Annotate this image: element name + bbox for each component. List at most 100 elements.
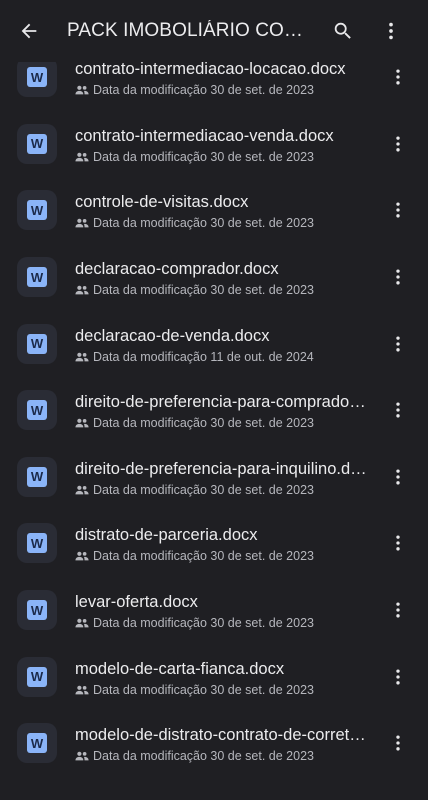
shared-people-icon bbox=[75, 618, 89, 628]
file-text: modelo-de-carta-fianca.docx Data da modi… bbox=[75, 657, 378, 697]
file-meta: Data da modificação 30 de set. de 2023 bbox=[75, 683, 378, 697]
file-more-button[interactable] bbox=[378, 186, 418, 234]
more-vert-icon bbox=[396, 469, 400, 485]
file-text: distrato-de-parceria.docx Data da modifi… bbox=[75, 523, 378, 563]
modified-date: Data da modificação 30 de set. de 2023 bbox=[93, 682, 314, 697]
search-button[interactable] bbox=[319, 7, 367, 55]
file-type-icon: W bbox=[17, 57, 57, 98]
file-name: direito-de-preferencia-para-comprador.do… bbox=[75, 393, 367, 412]
file-type-icon: W bbox=[17, 590, 57, 631]
arrow-back-icon bbox=[21, 23, 37, 39]
file-name: modelo-de-carta-fianca.docx bbox=[75, 659, 285, 678]
shared-people-icon bbox=[75, 352, 89, 362]
file-name: modelo-de-distrato-contrato-de-corretage… bbox=[75, 726, 367, 745]
file-more-button[interactable] bbox=[378, 320, 418, 368]
file-more-button[interactable] bbox=[378, 453, 418, 501]
file-name: declaracao-comprador.docx bbox=[75, 260, 279, 279]
shared-people-icon bbox=[75, 86, 89, 95]
more-vert-icon bbox=[396, 402, 400, 418]
file-text: controle-de-visitas.docx Data da modific… bbox=[75, 190, 378, 230]
file-row-8[interactable]: W distrato-de-parceria.docx Data da modi… bbox=[0, 510, 428, 577]
file-more-button[interactable] bbox=[378, 519, 418, 567]
file-text: contrato-intermediacao-venda.docx Data d… bbox=[75, 124, 378, 164]
file-text: levar-oferta.docx Data da modificação 30… bbox=[75, 590, 378, 630]
modified-date: Data da modificação 30 de set. de 2023 bbox=[93, 416, 314, 431]
file-row-11[interactable]: W modelo-de-distrato-contrato-de-correta… bbox=[0, 710, 428, 777]
file-type-icon: W bbox=[17, 723, 57, 764]
drive-folder-view: W contrato-intermediacao-locacao.docx Da… bbox=[0, 0, 428, 800]
top-app-bar: PACK IMOBOLIÁRIO CONTRATOS bbox=[0, 0, 428, 62]
file-row-9[interactable]: W levar-oferta.docx Data da modificação … bbox=[0, 577, 428, 644]
file-text: contrato-intermediacao-locacao.docx Data… bbox=[75, 57, 378, 97]
file-row-2[interactable]: W contrato-intermediacao-venda.docx Data… bbox=[0, 111, 428, 178]
overflow-menu-button[interactable] bbox=[367, 7, 415, 55]
file-meta: Data da modificação 30 de set. de 2023 bbox=[75, 216, 378, 230]
shared-people-icon bbox=[75, 152, 89, 162]
file-text: direito-de-preferencia-para-inquilino.do… bbox=[75, 457, 378, 497]
file-row-6[interactable]: W direito-de-preferencia-para-comprador.… bbox=[0, 377, 428, 444]
more-vert-icon bbox=[396, 336, 400, 352]
modified-date: Data da modificação 30 de set. de 2023 bbox=[93, 549, 314, 564]
file-meta: Data da modificação 30 de set. de 2023 bbox=[75, 549, 378, 563]
file-more-button[interactable] bbox=[378, 253, 418, 301]
word-doc-icon: W bbox=[27, 466, 47, 487]
folder-title: PACK IMOBOLIÁRIO CONTRATOS bbox=[67, 20, 313, 41]
more-vert-icon bbox=[396, 602, 400, 618]
more-vert-icon bbox=[396, 269, 400, 285]
word-doc-icon: W bbox=[27, 267, 47, 288]
file-meta: Data da modificação 30 de set. de 2023 bbox=[75, 616, 378, 630]
file-row-4[interactable]: W declaracao-comprador.docx Data da modi… bbox=[0, 244, 428, 311]
file-row-3[interactable]: W controle-de-visitas.docx Data da modif… bbox=[0, 177, 428, 244]
file-more-button[interactable] bbox=[378, 719, 418, 767]
more-vert-icon bbox=[396, 69, 400, 85]
modified-date: Data da modificação 30 de set. de 2023 bbox=[93, 749, 314, 764]
search-icon bbox=[334, 22, 351, 39]
word-doc-icon: W bbox=[27, 200, 47, 221]
file-type-icon: W bbox=[17, 257, 57, 298]
shared-people-icon bbox=[75, 418, 89, 428]
modified-date: Data da modificação 30 de set. de 2023 bbox=[93, 283, 314, 298]
back-button[interactable] bbox=[5, 7, 53, 55]
shared-people-icon bbox=[75, 751, 89, 761]
word-doc-icon: W bbox=[27, 400, 47, 421]
word-doc-icon: W bbox=[27, 533, 47, 554]
file-text: direito-de-preferencia-para-comprador.do… bbox=[75, 390, 378, 430]
modified-date: Data da modificação 30 de set. de 2023 bbox=[93, 482, 314, 497]
file-more-button[interactable] bbox=[378, 386, 418, 434]
file-type-icon: W bbox=[17, 190, 57, 231]
word-doc-icon: W bbox=[27, 133, 47, 154]
file-meta: Data da modificação 30 de set. de 2023 bbox=[75, 283, 378, 297]
modified-date: Data da modificação 30 de set. de 2023 bbox=[93, 83, 314, 98]
file-more-button[interactable] bbox=[378, 586, 418, 634]
file-type-icon: W bbox=[17, 456, 57, 497]
file-meta: Data da modificação 30 de set. de 2023 bbox=[75, 749, 378, 763]
word-doc-icon: W bbox=[27, 600, 47, 621]
more-vert-icon bbox=[396, 535, 400, 551]
file-text: declaracao-de-venda.docx Data da modific… bbox=[75, 324, 378, 364]
file-row-7[interactable]: W direito-de-preferencia-para-inquilino.… bbox=[0, 444, 428, 511]
file-meta: Data da modificação 30 de set. de 2023 bbox=[75, 150, 378, 164]
file-row-5[interactable]: W declaracao-de-venda.docx Data da modif… bbox=[0, 310, 428, 377]
file-more-button[interactable] bbox=[378, 653, 418, 701]
more-vert-icon bbox=[396, 136, 400, 152]
file-type-icon: W bbox=[17, 123, 57, 164]
file-name: direito-de-preferencia-para-inquilino.do… bbox=[75, 459, 367, 478]
file-more-button[interactable] bbox=[378, 120, 418, 168]
file-text: modelo-de-distrato-contrato-de-corretage… bbox=[75, 723, 378, 763]
file-name: contrato-intermediacao-locacao.docx bbox=[75, 60, 346, 79]
shared-people-icon bbox=[75, 285, 89, 295]
file-text: declaracao-comprador.docx Data da modifi… bbox=[75, 257, 378, 297]
word-doc-icon: W bbox=[27, 666, 47, 687]
file-type-icon: W bbox=[17, 523, 57, 564]
shared-people-icon bbox=[75, 552, 89, 561]
file-meta: Data da modificação 11 de out. de 2024 bbox=[75, 350, 378, 364]
file-name: controle-de-visitas.docx bbox=[75, 193, 249, 212]
modified-date: Data da modificação 11 de out. de 2024 bbox=[93, 349, 314, 364]
file-row-10[interactable]: W modelo-de-carta-fianca.docx Data da mo… bbox=[0, 643, 428, 710]
modified-date: Data da modificação 30 de set. de 2023 bbox=[93, 149, 314, 164]
word-doc-icon: W bbox=[27, 733, 47, 754]
shared-people-icon bbox=[75, 485, 89, 495]
file-meta: Data da modificação 30 de set. de 2023 bbox=[75, 83, 378, 97]
file-name: distrato-de-parceria.docx bbox=[75, 526, 258, 545]
file-name: contrato-intermediacao-venda.docx bbox=[75, 126, 334, 145]
